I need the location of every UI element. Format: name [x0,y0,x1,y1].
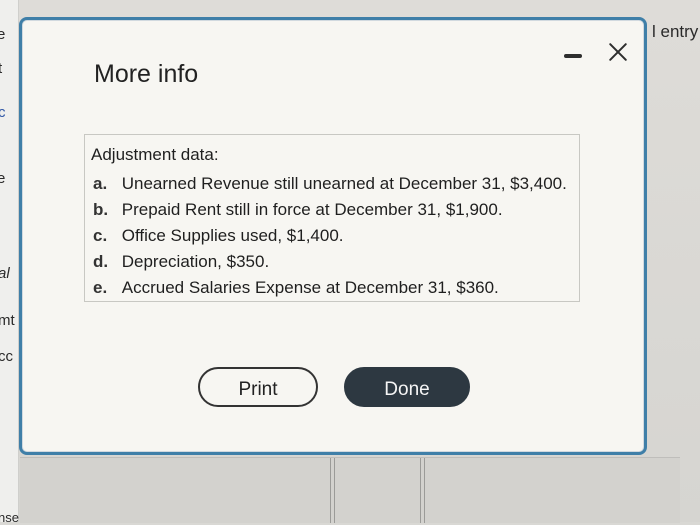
adjustment-text: Office Supplies used, $1,400. [121,226,344,245]
background-fragment-mt: mt [0,312,15,329]
adjustment-letter: c. [93,226,108,245]
background-fragment-nse: nse [0,510,19,525]
adjustment-text: Prepaid Rent still in force at December … [121,200,503,219]
done-button[interactable]: Done [344,367,470,407]
adjustment-item: e. Accrued Salaries Expense at December … [93,275,567,301]
background-left-strip [0,0,19,522]
adjustment-letter: d. [93,252,109,271]
adjustment-letter: e. [93,278,108,297]
adjustment-data-box: Adjustment data: a. Unearned Revenue sti… [84,134,580,302]
adjustment-letter: a. [93,174,108,193]
close-icon[interactable] [606,40,630,64]
adjustment-item: b. Prepaid Rent still in force at Decemb… [93,197,567,223]
background-fragment-t: t [0,60,3,77]
background-fragment-al: al [0,265,10,282]
print-button[interactable]: Print [198,367,318,407]
more-info-modal: More info Adjustment data: a. Unearned R… [19,17,647,455]
adjustment-text: Unearned Revenue still unearned at Decem… [121,174,567,193]
adjustment-data-heading: Adjustment data: [91,145,219,164]
background-fragment-e2: e [0,170,6,187]
adjustment-text: Depreciation, $350. [121,252,270,271]
background-column-line [334,458,335,523]
background-column-line [420,458,421,523]
adjustment-item: c. Office Supplies used, $1,400. [93,223,567,249]
background-column-line [424,458,425,523]
adjustment-list: a. Unearned Revenue still unearned at De… [93,171,567,301]
background-fragment-e: e [0,26,6,43]
minus-icon[interactable] [564,54,582,58]
adjustment-item: d. Depreciation, $350. [93,249,567,275]
modal-title: More info [94,60,199,88]
window-controls [564,40,634,66]
background-column-line [330,458,331,523]
background-table-band [20,457,680,523]
background-fragment-cc: cc [0,348,13,365]
adjustment-item: a. Unearned Revenue still unearned at De… [93,171,567,197]
background-fragment-entry: l entry [652,22,699,41]
adjustment-text: Accrued Salaries Expense at December 31,… [121,278,499,297]
background-fragment-c: c [0,104,6,121]
adjustment-letter: b. [93,200,109,219]
